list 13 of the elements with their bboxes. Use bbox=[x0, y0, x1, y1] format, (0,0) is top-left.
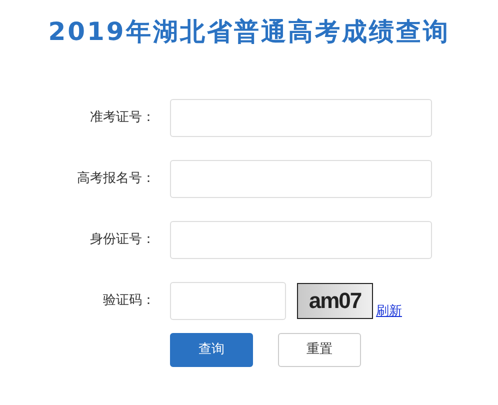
input-field[interactable] bbox=[170, 160, 432, 198]
field-label: 高考报名号： bbox=[76, 170, 155, 188]
field-label: 身份证号： bbox=[89, 231, 155, 250]
reset-button[interactable]: 重置 bbox=[278, 333, 361, 367]
field-label: 验证码： bbox=[102, 292, 155, 310]
captcha-image: am07 bbox=[297, 283, 373, 319]
field-label: 准考证号： bbox=[89, 109, 155, 128]
refresh-link[interactable]: 刷新 bbox=[376, 304, 402, 320]
input-field[interactable] bbox=[170, 221, 432, 259]
captcha-input[interactable] bbox=[170, 282, 286, 320]
input-field[interactable] bbox=[170, 99, 432, 137]
query-button[interactable]: 查询 bbox=[170, 333, 253, 367]
page-title: 2019年湖北省普通高考成绩查询 bbox=[47, 16, 451, 48]
